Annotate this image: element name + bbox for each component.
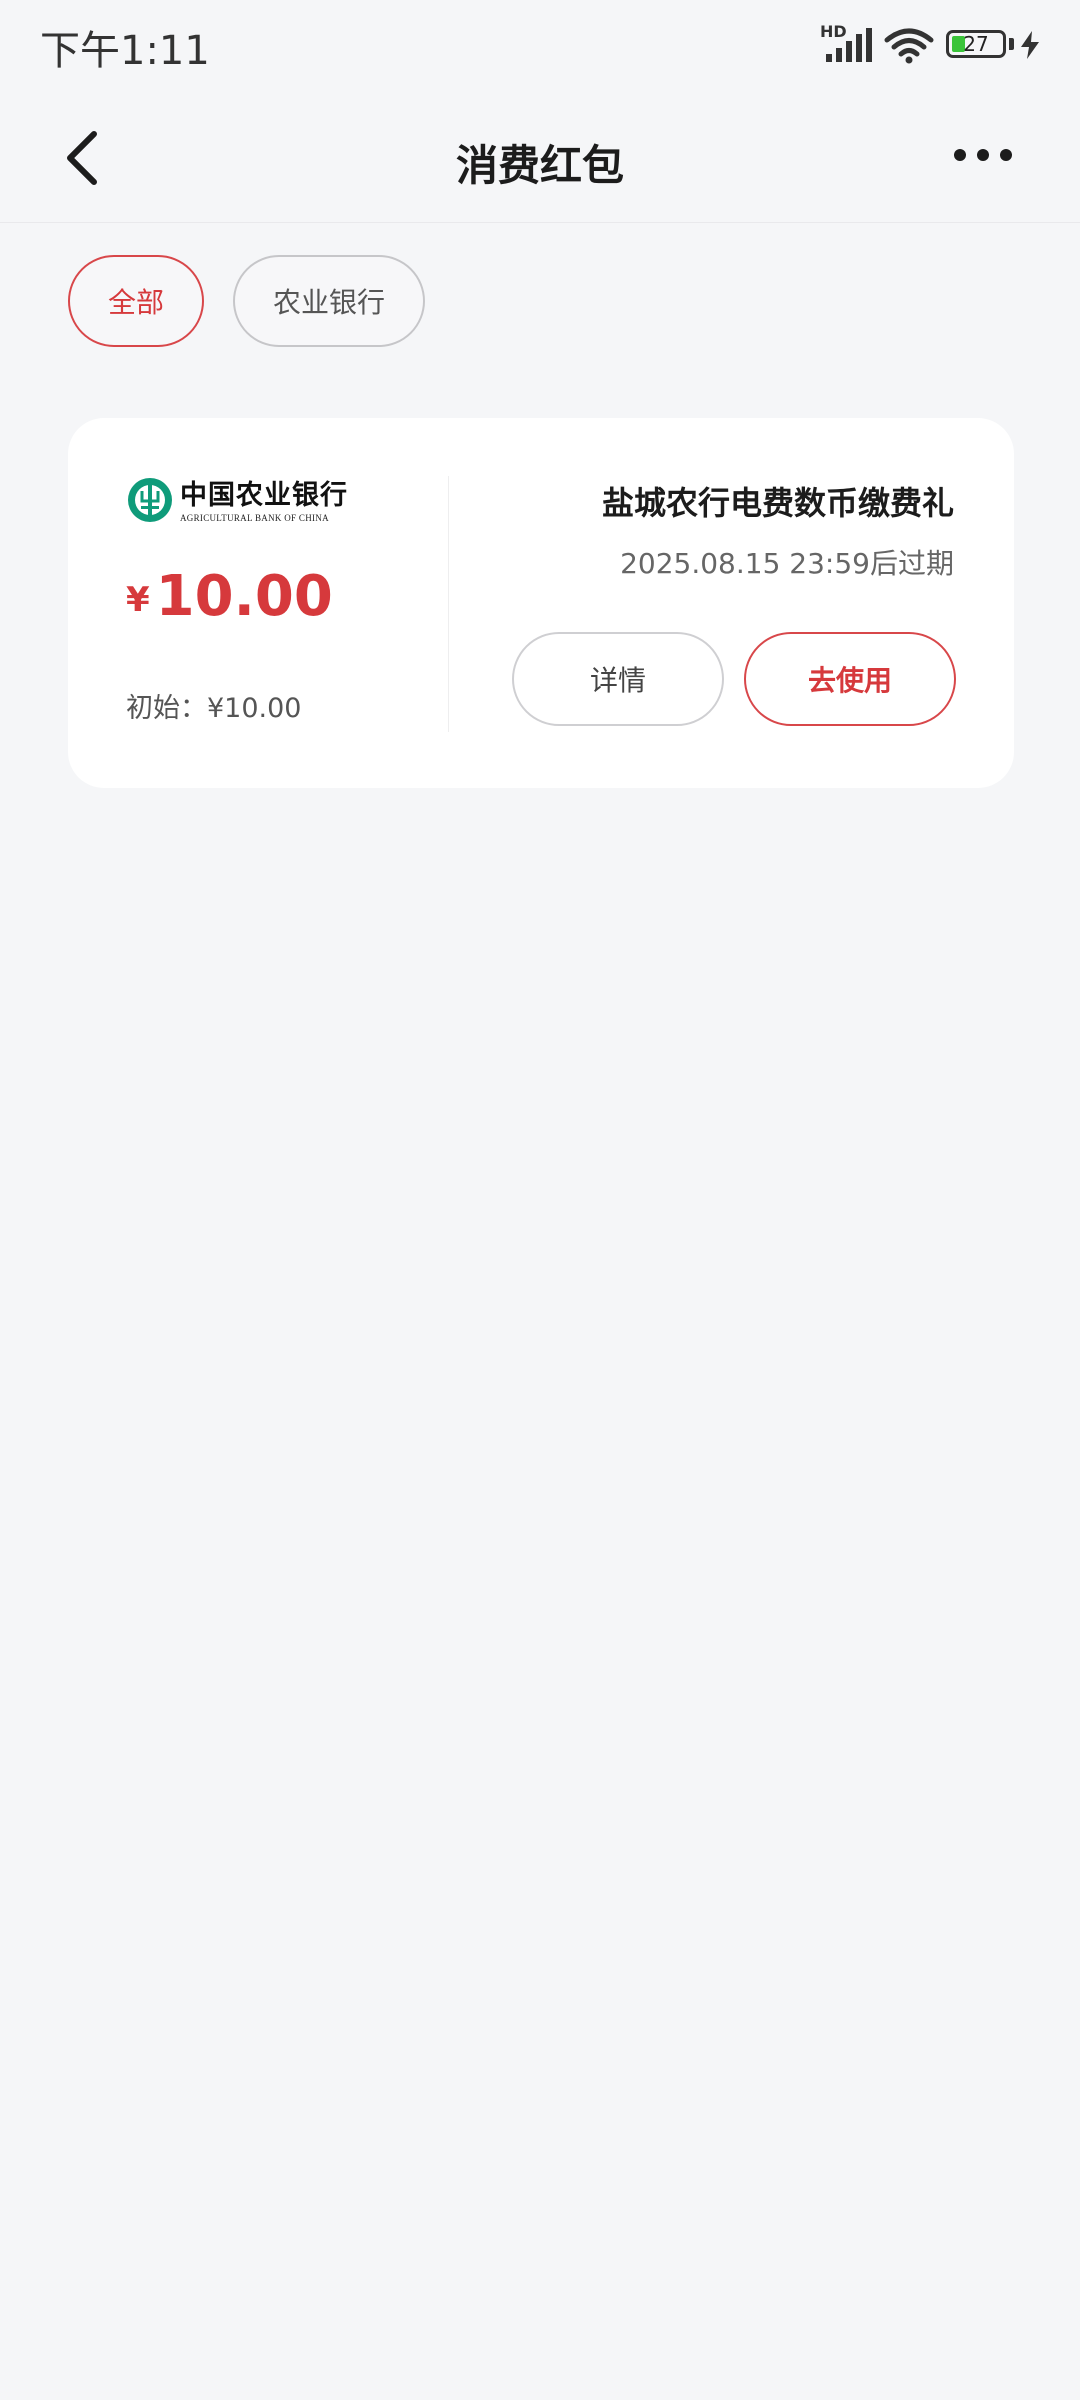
detail-button[interactable]: 详情 [512,632,724,726]
bank-name: 中国农业银行 [180,480,348,511]
nav-header: 消费红包 [0,88,1080,223]
coupon-title: 盐城农行电费数币缴费礼 [601,484,954,522]
filter-chip-all[interactable]: 全部 [68,255,204,347]
battery-icon: 27 [946,30,1006,58]
use-button[interactable]: 去使用 [744,632,956,726]
filter-chip-abc[interactable]: 农业银行 [233,255,425,347]
currency-symbol: ¥ [126,580,150,620]
initial-amount-label: 初始：¥10.00 [126,693,302,724]
signal-icon [826,28,872,62]
page-title: 消费红包 [455,141,624,190]
more-dots-icon[interactable] [952,140,1014,170]
charging-bolt-icon [1021,31,1039,59]
wifi-icon [884,28,934,64]
status-bar: 下午1:11 HD 27 [0,0,1080,88]
coupon-card: 中国农业银行 AGRICULTURAL BANK OF CHINA ¥10.00… [68,418,1014,788]
amount-value: 10.00 [155,564,333,629]
bank-name-english: AGRICULTURAL BANK OF CHINA [180,513,329,523]
coupon-amount: ¥10.00 [126,564,333,629]
abc-bank-logo-icon [128,478,172,522]
status-time: 下午1:11 [40,28,210,74]
card-divider [448,476,449,732]
battery-tip [1009,38,1014,50]
expiry-date: 2025.08.15 23:59后过期 [620,547,954,580]
battery-percentage: 27 [963,32,989,56]
